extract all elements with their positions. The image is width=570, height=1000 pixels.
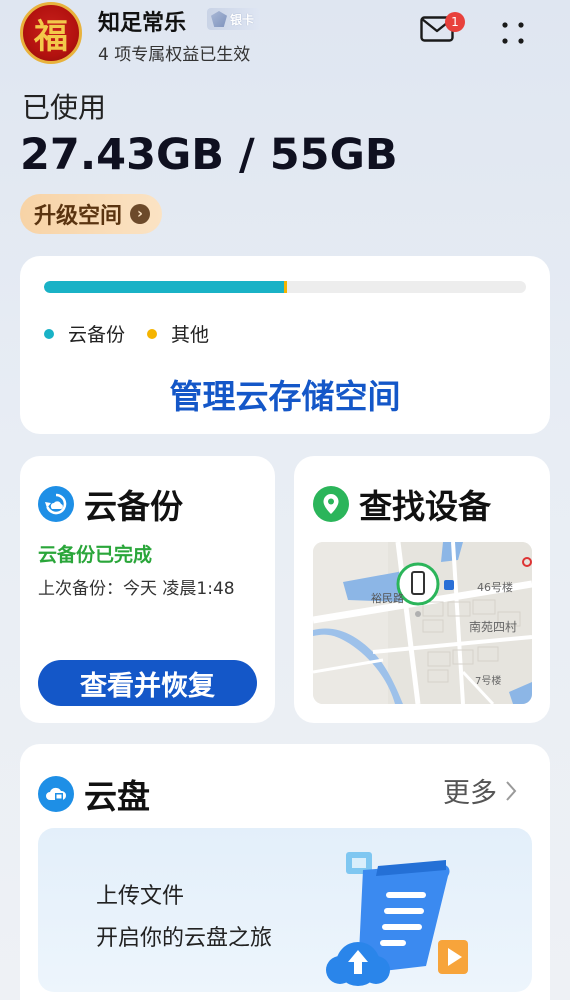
- more-options-icon[interactable]: [500, 20, 526, 46]
- benefits-subtitle[interactable]: 4 项专属权益已生效: [98, 40, 250, 65]
- avatar-char: 福: [34, 16, 68, 57]
- disk-header: 云盘: [38, 770, 150, 818]
- legend-item-other: 其他: [147, 320, 209, 347]
- last-backup-time: 上次备份：今天 凌晨1:48: [38, 579, 235, 599]
- map-building2-label: 7号楼: [475, 676, 502, 687]
- chevron-right-icon: ›: [130, 204, 151, 224]
- map-building-label: 46号楼: [477, 581, 513, 594]
- legend-item-cloud: 云备份: [44, 320, 125, 347]
- gem-icon: [211, 11, 227, 27]
- cloud-disk-card: 云盘 更多 上传文件 开启你的云盘之旅: [20, 744, 550, 1000]
- storage-bar: [44, 281, 526, 293]
- cloud-disk-icon: [38, 776, 74, 812]
- storage-bar-cloud: [44, 281, 285, 293]
- upload-title: 上传文件: [96, 884, 185, 909]
- view-restore-button[interactable]: 查看并恢复: [38, 660, 257, 706]
- map-road-label: 裕民路: [371, 592, 404, 605]
- storage-card: 云备份 其他 管理云存储空间: [20, 256, 550, 434]
- backup-title: 云备份: [84, 487, 183, 526]
- device-map[interactable]: 裕民路 46号楼 南苑四村 7号楼: [313, 542, 532, 704]
- upload-banner[interactable]: 上传文件 开启你的云盘之旅: [38, 828, 532, 992]
- cloud-backup-icon: [38, 486, 74, 522]
- upload-subtitle: 开启你的云盘之旅: [96, 926, 273, 951]
- more-label: 更多: [443, 778, 497, 809]
- used-label: 已使用: [22, 91, 107, 124]
- backup-header: 云备份: [38, 480, 183, 528]
- cloud-backup-card[interactable]: 云备份 云备份已完成 上次备份：今天 凌晨1:48 查看并恢复: [20, 456, 275, 723]
- upload-illustration-icon: [326, 852, 468, 986]
- map-village-label: 南苑四村: [469, 620, 518, 634]
- find-header: 查找设备: [313, 480, 491, 528]
- membership-badge[interactable]: 银卡: [207, 8, 261, 30]
- legend-dot-cloud: [44, 328, 54, 339]
- username: 知足常乐: [98, 11, 187, 36]
- mail-badge: 1: [445, 12, 465, 32]
- legend-label-cloud: 云备份: [68, 324, 126, 346]
- legend-label-other: 其他: [171, 324, 210, 346]
- upgrade-button[interactable]: 升级空间 ›: [20, 194, 163, 234]
- chevron-right-icon: [506, 780, 517, 801]
- backup-status: 云备份已完成: [38, 544, 153, 566]
- manage-storage-link[interactable]: 管理云存储空间: [20, 370, 550, 418]
- used-value: 27.43GB / 55GB: [20, 130, 398, 180]
- legend-dot-other: [147, 328, 158, 339]
- badge-label: 银卡: [230, 12, 255, 27]
- find-title: 查找设备: [359, 487, 491, 526]
- storage-bar-other: [284, 281, 287, 293]
- avatar[interactable]: 福: [20, 2, 82, 64]
- upgrade-label: 升级空间: [34, 204, 123, 229]
- disk-title: 云盘: [84, 777, 150, 816]
- disk-more-link[interactable]: 更多: [443, 771, 517, 810]
- storage-legend: 云备份 其他: [44, 320, 209, 347]
- location-pin-icon: [313, 486, 349, 522]
- find-device-card[interactable]: 查找设备 裕民路 46号楼 南苑四村 7号楼: [294, 456, 550, 723]
